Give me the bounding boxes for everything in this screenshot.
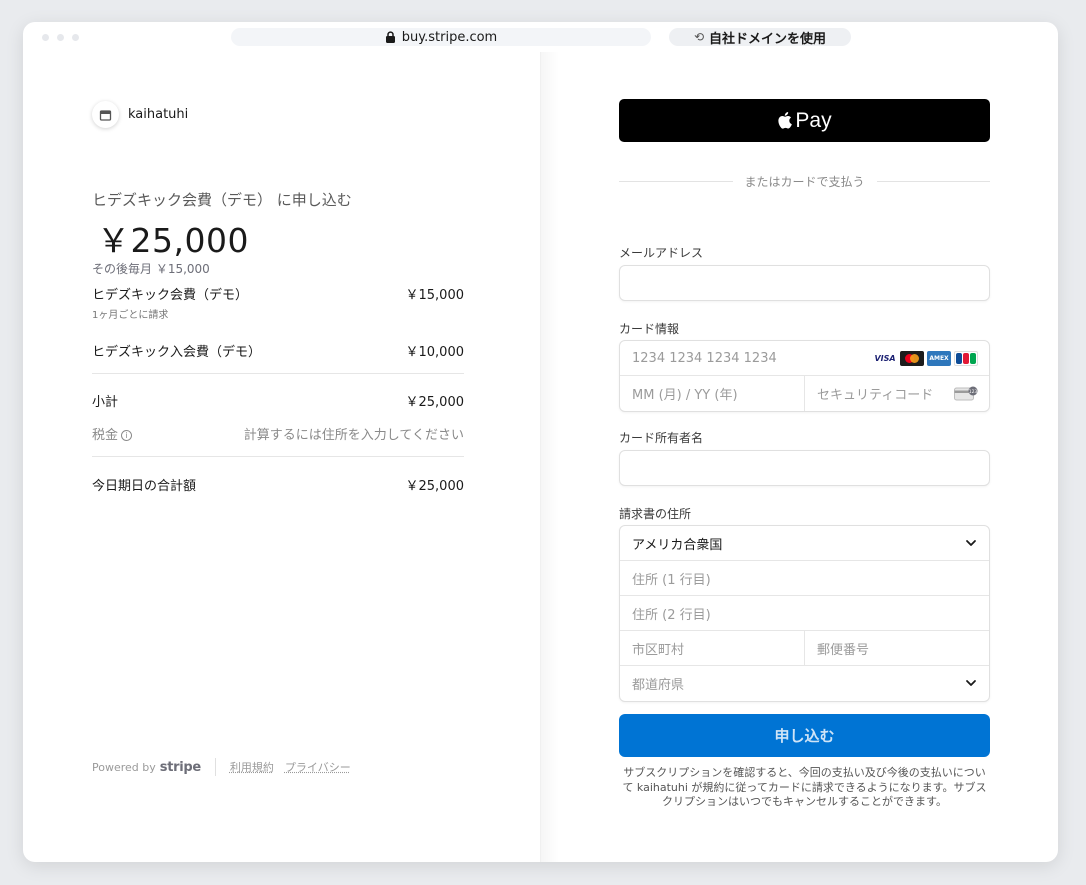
subtotal-label: 小計 [92, 395, 119, 410]
city-postal-row: 市区町村 郵便番号 [620, 631, 989, 666]
address-line2-placeholder: 住所 (2 行目) [632, 607, 711, 623]
subscription-terms-text: サブスクリプションを確認すると、今回の支払い及び今後の支払いについて kaiha… [622, 766, 987, 808]
tax-row: 税金 i 計算するには住所を入力してください [92, 424, 464, 443]
chevron-down-icon [966, 540, 976, 546]
state-select[interactable]: 都道府県 [620, 666, 989, 701]
apple-icon [778, 111, 793, 129]
line-item: ヒデズキック会費（デモ） ￥15,000 [92, 284, 464, 303]
subtotal-value: ￥25,000 [405, 395, 465, 410]
order-summary-panel: kaihatuhi ヒデズキック会費（デモ） に申し込む ￥25,000 その後… [23, 52, 541, 862]
footer-separator [214, 758, 216, 776]
country-value: アメリカ合衆国 [632, 537, 723, 553]
stripe-logo: stripe [159, 759, 201, 775]
payment-form-panel: Pay またはカードで支払う メールアドレス カード情報 1234 1234 1… [541, 52, 1058, 862]
url-text: buy.stripe.com [401, 29, 498, 45]
cardholder-name-field[interactable] [619, 450, 990, 486]
line-item-interval: 1ヶ月ごとに請求 [92, 310, 169, 321]
billing-address-label: 請求書の住所 [619, 507, 692, 521]
powered-by-stripe[interactable]: Powered by stripe [92, 760, 201, 775]
line-item-price: ￥10,000 [405, 345, 465, 360]
country-select[interactable]: アメリカ合衆国 [620, 526, 989, 560]
cvc-placeholder: セキュリティコード [817, 388, 934, 403]
divider [92, 373, 464, 374]
product-title: ヒデズキック会費（デモ） に申し込む [92, 191, 352, 209]
lock-icon [385, 31, 395, 43]
total-value: ￥25,000 [405, 479, 465, 494]
email-field[interactable] [619, 265, 990, 301]
line-item-name: ヒデズキック入会費（デモ） [92, 345, 262, 360]
footer: Powered by stripe 利用規約 プライバシー [92, 758, 362, 776]
line-item-price: ￥15,000 [405, 288, 465, 303]
email-label: メールアドレス [619, 246, 704, 260]
visa-icon: VISA [874, 354, 896, 363]
card-expiry-cvc-row: MM (月) / YY (年) セキュリティコード 123 [620, 376, 989, 411]
recurring-price-note: その後毎月 ￥15,000 [92, 262, 210, 276]
card-number-input[interactable]: 1234 1234 1234 1234 VISA AMEX [620, 341, 989, 375]
or-divider: またはカードで支払う [619, 173, 991, 190]
card-number-row: 1234 1234 1234 1234 VISA AMEX [620, 341, 989, 376]
total-label: 今日期日の合計額 [92, 479, 197, 494]
address-bar[interactable]: buy.stripe.com [231, 28, 651, 46]
cvc-card-icon: 123 [954, 386, 978, 401]
state-row: 都道府県 [620, 666, 989, 701]
custom-domain-pill[interactable]: ⟲ 自社ドメインを使用 [669, 28, 851, 47]
billing-address-group: アメリカ合衆国 住所 (1 行目) 住所 (2 行目) 市区町村 郵便番号 都道… [619, 525, 990, 702]
tax-label-wrap: 税金 i [92, 424, 133, 443]
store-icon [92, 101, 119, 128]
privacy-link[interactable]: プライバシー [285, 759, 351, 775]
postal-placeholder: 郵便番号 [817, 642, 870, 658]
address-line1-input[interactable]: 住所 (1 行目) [620, 561, 989, 595]
apple-pay-label: Pay [795, 108, 832, 132]
expiry-placeholder: MM (月) / YY (年) [632, 388, 738, 403]
divider-line [876, 181, 991, 182]
jcb-icon [954, 351, 978, 366]
address-line1-placeholder: 住所 (1 行目) [632, 572, 711, 588]
title-bar: buy.stripe.com ⟲ 自社ドメインを使用 [23, 22, 1058, 52]
line-item: ヒデズキック入会費（デモ） ￥10,000 [92, 341, 464, 360]
card-info-group: 1234 1234 1234 1234 VISA AMEX MM (月) / Y… [619, 340, 990, 412]
info-icon[interactable]: i [121, 430, 133, 441]
amex-icon: AMEX [927, 351, 951, 366]
city-input[interactable]: 市区町村 [620, 631, 804, 665]
tax-value: 計算するには住所を入力してください [243, 428, 464, 443]
line-item-name: ヒデズキック会費（デモ） [92, 288, 249, 303]
subscribe-button[interactable]: 申し込む [619, 714, 990, 757]
card-brand-logos: VISA AMEX [873, 351, 978, 366]
total-price: ￥25,000 [97, 221, 249, 260]
chevron-down-icon [966, 680, 976, 686]
window-controls [42, 34, 79, 41]
close-dot[interactable] [42, 34, 49, 41]
expiry-input[interactable]: MM (月) / YY (年) [620, 376, 804, 411]
mastercard-icon [900, 351, 924, 366]
subtotal-row: 小計 ￥25,000 [92, 391, 464, 410]
terms-link[interactable]: 利用規約 [230, 759, 274, 775]
tax-label: 税金 [92, 428, 119, 443]
svg-text:123: 123 [969, 389, 978, 395]
country-row: アメリカ合衆国 [620, 526, 989, 561]
address-line1-row: 住所 (1 行目) [620, 561, 989, 596]
card-info-label: カード情報 [619, 322, 680, 336]
card-number-placeholder: 1234 1234 1234 1234 [632, 350, 777, 366]
address-line2-input[interactable]: 住所 (2 行目) [620, 596, 989, 630]
cvc-input[interactable]: セキュリティコード 123 [804, 376, 989, 411]
divider-line [619, 181, 733, 182]
merchant-header[interactable]: kaihatuhi [92, 101, 188, 128]
custom-domain-label: 自社ドメインを使用 [709, 31, 827, 47]
minimize-dot[interactable] [57, 34, 64, 41]
postal-code-input[interactable]: 郵便番号 [804, 631, 989, 665]
maximize-dot[interactable] [72, 34, 79, 41]
browser-window: buy.stripe.com ⟲ 自社ドメインを使用 kaihatuhi ヒデズ… [23, 22, 1058, 862]
loop-arrows-icon: ⟲ [693, 30, 705, 44]
cardholder-label: カード所有者名 [619, 431, 704, 445]
powered-by-text: Powered by [92, 760, 156, 774]
address-line2-row: 住所 (2 行目) [620, 596, 989, 631]
merchant-name: kaihatuhi [128, 107, 189, 122]
city-placeholder: 市区町村 [632, 642, 685, 658]
apple-pay-button[interactable]: Pay [619, 99, 990, 142]
total-row: 今日期日の合計額 ￥25,000 [92, 475, 464, 494]
state-placeholder: 都道府県 [632, 678, 685, 693]
or-card-text: またはカードで支払う [744, 175, 865, 189]
divider [92, 456, 464, 457]
